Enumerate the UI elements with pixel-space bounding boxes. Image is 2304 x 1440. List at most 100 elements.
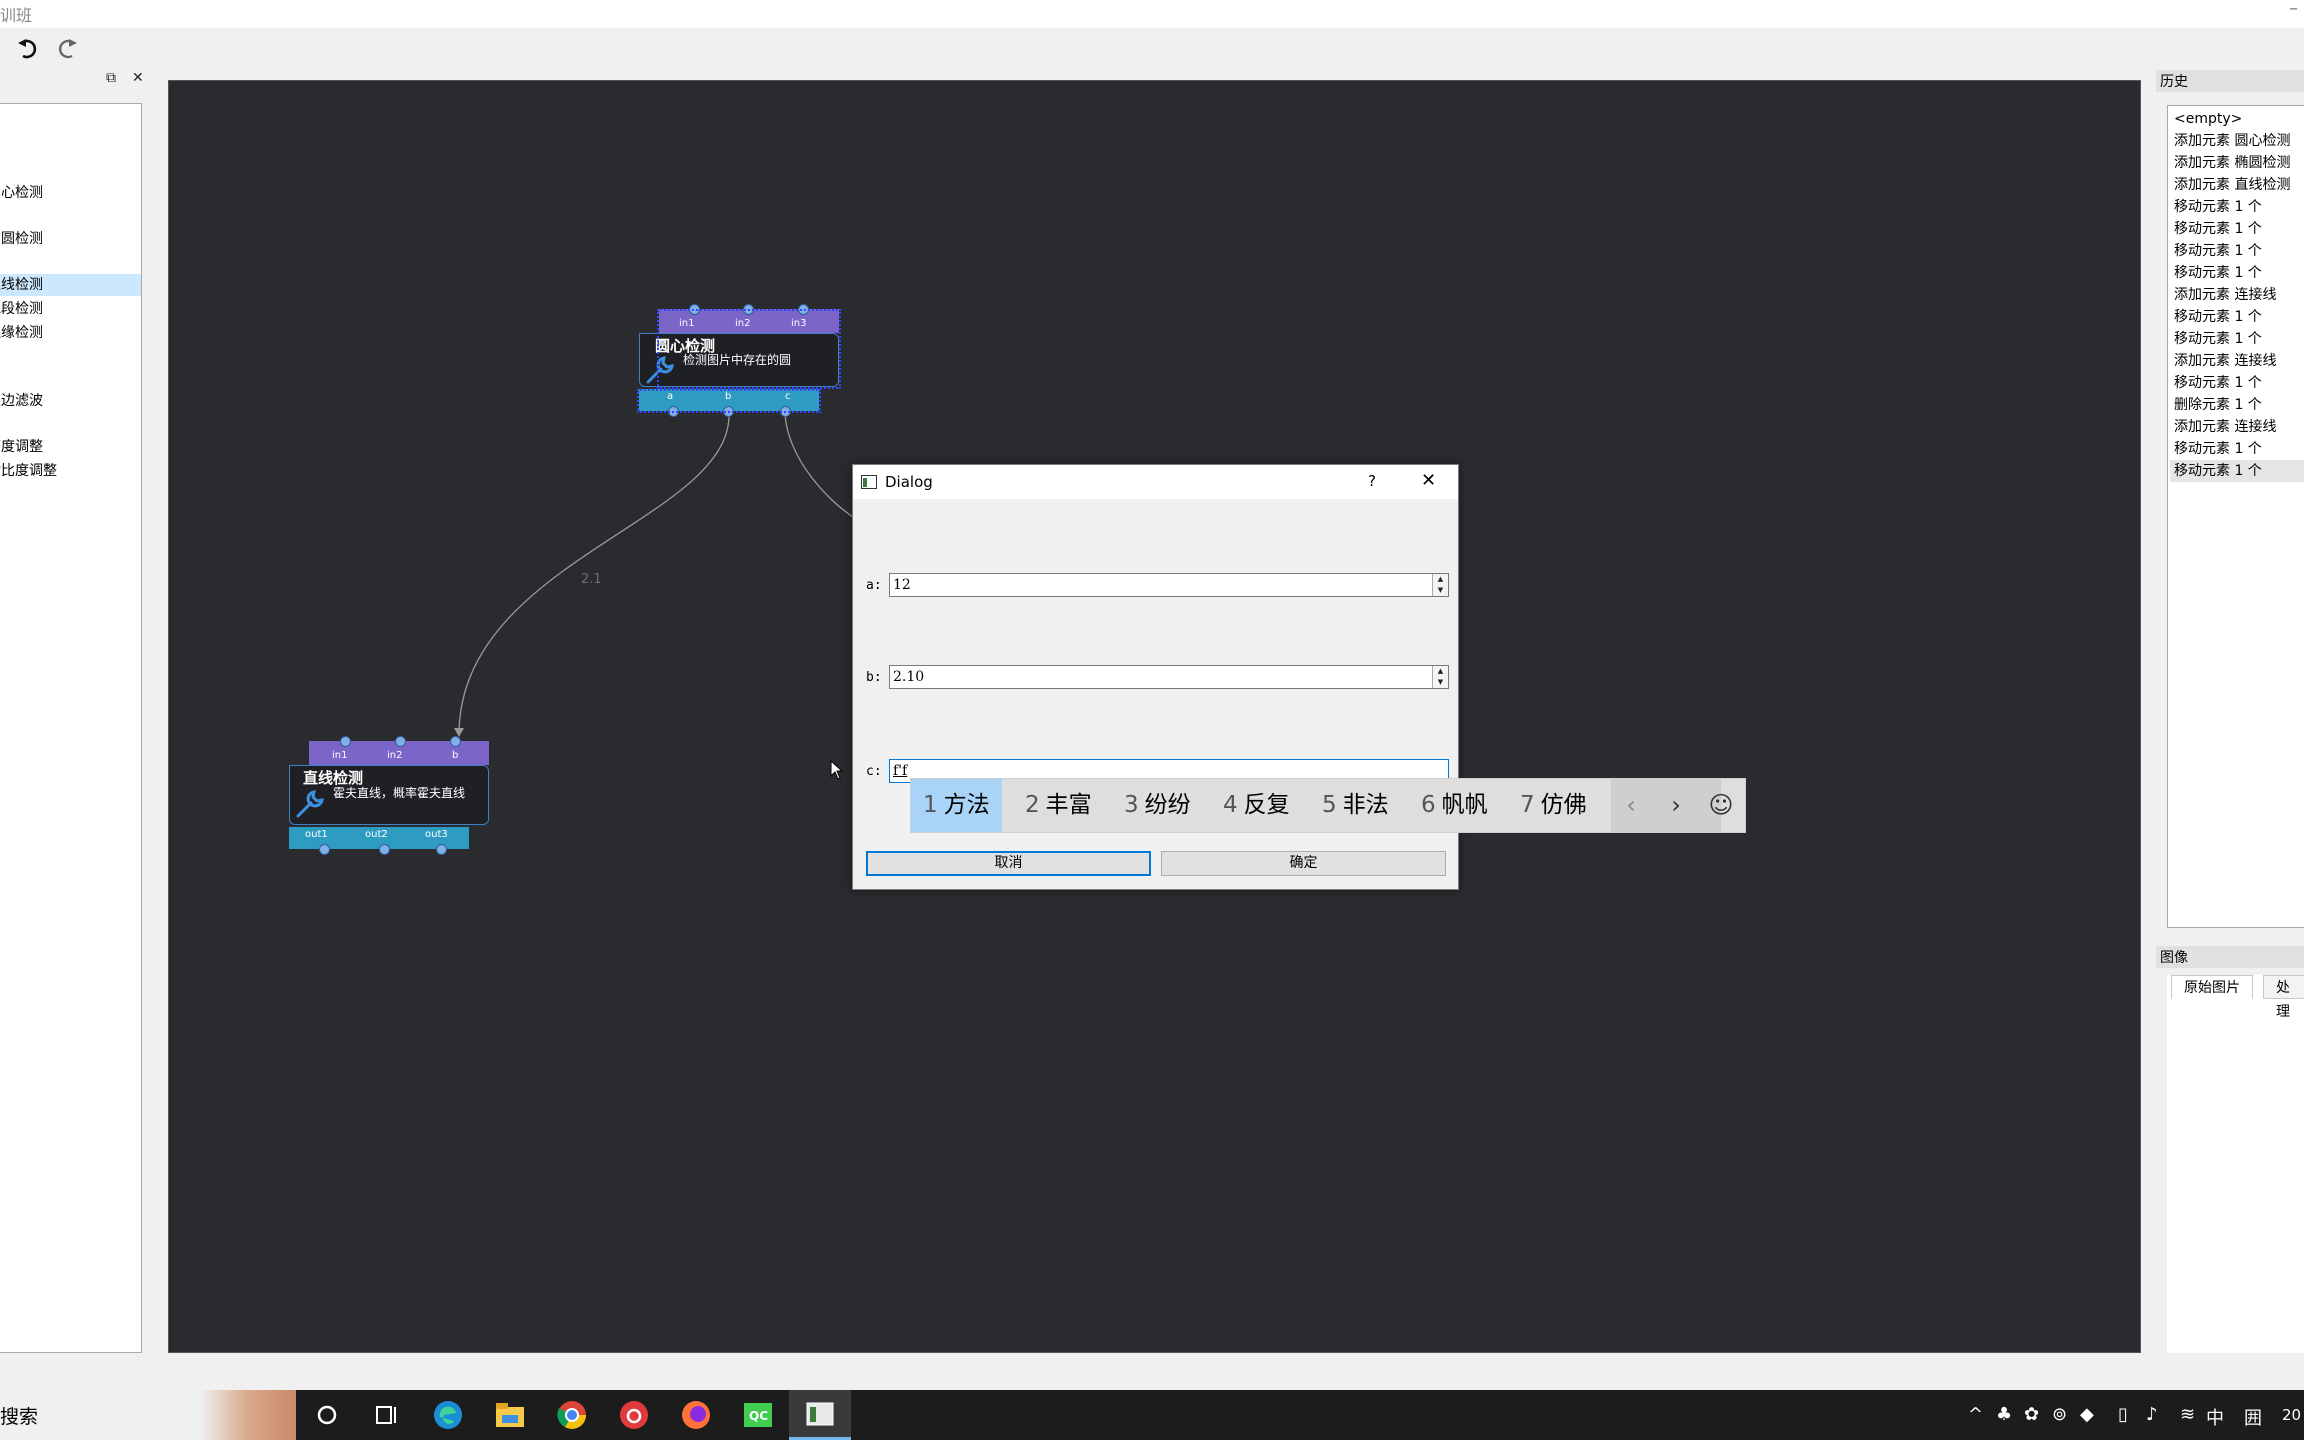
- input-port[interactable]: [450, 736, 461, 747]
- tab-processed[interactable]: 处理: [2263, 975, 2304, 1020]
- history-item[interactable]: 移动元素 1 个: [2170, 306, 2304, 328]
- tree-item[interactable]: 圆心检测: [0, 182, 141, 204]
- undo-button[interactable]: [14, 34, 44, 64]
- node-title: 直线检测: [303, 769, 364, 787]
- history-item[interactable]: 移动元素 1 个: [2170, 196, 2304, 218]
- redo-button[interactable]: [51, 34, 81, 64]
- history-item[interactable]: 移动元素 1 个: [2170, 372, 2304, 394]
- spin-arrows[interactable]: ▲ ▼: [1432, 574, 1448, 596]
- float-icon[interactable]: ⧉: [106, 70, 116, 86]
- close-icon[interactable]: ✕: [1421, 470, 1436, 491]
- history-item[interactable]: 移动元素 1 个: [2170, 218, 2304, 240]
- element-list: 圆心检测 椭圆检测 直线检测 线段检测 边缘检测 双边滤波 亮度调整 对比度调整: [0, 103, 142, 1353]
- port-label: b: [452, 750, 459, 761]
- qt-creator-icon[interactable]: QC: [727, 1390, 789, 1440]
- field-label: a:: [866, 578, 882, 593]
- minimize-button[interactable]: –: [2289, 0, 2298, 19]
- port-label: out1: [305, 829, 328, 840]
- history-item[interactable]: 添加元素 连接线: [2170, 416, 2304, 438]
- tray-app-icon[interactable]: ⊚: [2052, 1404, 2067, 1425]
- history-list[interactable]: <empty> 添加元素 圆心检测 添加元素 椭圆检测 添加元素 直线检测 移动…: [2167, 105, 2304, 928]
- chrome-icon[interactable]: [541, 1390, 603, 1440]
- history-item[interactable]: 添加元素 圆心检测: [2170, 130, 2304, 152]
- output-port[interactable]: [319, 844, 330, 855]
- keyboard-layout-icon[interactable]: 囲: [2244, 1404, 2262, 1430]
- field-label: b:: [866, 670, 882, 685]
- cortana-icon[interactable]: [296, 1390, 358, 1440]
- port-label: out2: [365, 829, 388, 840]
- node-line-detect[interactable]: in1 in2 b 直线检测 霍夫直线，概率霍夫直线 out1 out2 out…: [289, 735, 489, 857]
- history-item-selected[interactable]: 移动元素 1 个: [2170, 460, 2304, 482]
- input-lang-indicator[interactable]: 中: [2206, 1404, 2224, 1430]
- tree-item[interactable]: 线段检测: [0, 298, 141, 320]
- ime-candidate[interactable]: 3 纷纷: [1124, 779, 1191, 832]
- spinbox-b[interactable]: 2.10 ▲ ▼: [889, 665, 1449, 689]
- emoji-icon[interactable]: ☺: [1701, 779, 1741, 832]
- app-window-icon[interactable]: [789, 1390, 851, 1440]
- spinbox-value: 2.10: [893, 669, 925, 685]
- ok-button[interactable]: 确定: [1161, 851, 1446, 876]
- output-port[interactable]: [379, 844, 390, 855]
- output-port[interactable]: [436, 844, 447, 855]
- history-item[interactable]: 添加元素 直线检测: [2170, 174, 2304, 196]
- edge-label: 2.1: [581, 572, 602, 587]
- edge-browser-icon[interactable]: [417, 1390, 479, 1440]
- help-button[interactable]: ?: [1368, 472, 1376, 490]
- tree-item[interactable]: 对比度调整: [0, 460, 141, 482]
- shield-icon[interactable]: ◆: [2080, 1404, 2094, 1425]
- edge-c-out[interactable]: [784, 414, 854, 518]
- tree-item[interactable]: 边缘检测: [0, 322, 141, 344]
- network-icon[interactable]: ≋: [2180, 1404, 2195, 1425]
- history-title: 历史: [2160, 74, 2188, 90]
- search-placeholder: 搜索: [0, 1406, 39, 1428]
- ime-candidate[interactable]: 1 方法: [911, 779, 1002, 832]
- tree-item-selected[interactable]: 直线检测: [0, 274, 141, 296]
- file-explorer-icon[interactable]: [479, 1390, 541, 1440]
- chevron-left-icon[interactable]: ‹: [1611, 779, 1651, 832]
- tree-item[interactable]: 双边滤波: [0, 390, 141, 412]
- ime-candidate[interactable]: 6 帆帆: [1421, 779, 1488, 832]
- history-item[interactable]: <empty>: [2170, 108, 2304, 130]
- image-header: 图像: [2156, 946, 2304, 968]
- history-item[interactable]: 移动元素 1 个: [2170, 240, 2304, 262]
- spinbox-a[interactable]: 12 ▲ ▼: [889, 573, 1449, 597]
- tree-item[interactable]: 亮度调整: [0, 436, 141, 458]
- tray-app-icon[interactable]: ♣: [1996, 1404, 2012, 1425]
- cancel-button[interactable]: 取消: [866, 851, 1151, 876]
- taskbar: 搜索 QC ^ ♣ ✿ ⊚ ◆ ▯ ♪ ≋ 中 囲 20: [0, 1390, 2304, 1440]
- history-item[interactable]: 添加元素 连接线: [2170, 284, 2304, 306]
- history-item[interactable]: 添加元素 椭圆检测: [2170, 152, 2304, 174]
- tree-item[interactable]: 椭圆检测: [0, 228, 141, 250]
- volume-icon[interactable]: ♪: [2146, 1404, 2158, 1425]
- image-panel: 原始图片 处理: [2167, 975, 2304, 1353]
- tray-expand-icon[interactable]: ^: [1968, 1404, 1983, 1425]
- history-item[interactable]: 移动元素 1 个: [2170, 262, 2304, 284]
- battery-icon[interactable]: ▯: [2118, 1404, 2128, 1425]
- ime-candidate-bar: 1 方法 2 丰富 3 纷纷 4 反复 5 非法 6 帆帆 7 仿佛 ‹ › ☺: [910, 778, 1746, 833]
- history-item[interactable]: 移动元素 1 个: [2170, 328, 2304, 350]
- input-port[interactable]: [395, 736, 406, 747]
- netease-music-icon[interactable]: [603, 1390, 665, 1440]
- history-item[interactable]: 删除元素 1 个: [2170, 394, 2304, 416]
- history-item[interactable]: 添加元素 连接线: [2170, 350, 2304, 372]
- taskbar-search[interactable]: 搜索: [0, 1390, 296, 1440]
- app-icon: [861, 475, 877, 489]
- chevron-right-icon[interactable]: ›: [1656, 779, 1696, 832]
- tray-app-icon[interactable]: ✿: [2024, 1404, 2039, 1425]
- mouse-cursor-icon: [830, 760, 844, 780]
- input-value: f'f: [893, 763, 908, 779]
- spin-arrows[interactable]: ▲ ▼: [1432, 666, 1448, 688]
- ime-candidate[interactable]: 7 仿佛: [1520, 779, 1587, 832]
- dialog-title: Dialog: [885, 473, 933, 491]
- close-icon[interactable]: ✕: [132, 70, 144, 86]
- ime-candidate[interactable]: 4 反复: [1223, 779, 1290, 832]
- clock[interactable]: 20: [2282, 1406, 2301, 1424]
- input-port[interactable]: [340, 736, 351, 747]
- ime-candidate[interactable]: 5 非法: [1322, 779, 1389, 832]
- tab-original[interactable]: 原始图片: [2171, 975, 2253, 999]
- node-circle-detect[interactable]: in1 in2 in3 圆心检测 检测图片中存在的圆 a b c: [637, 303, 841, 419]
- task-view-icon[interactable]: [355, 1390, 417, 1440]
- ime-candidate[interactable]: 2 丰富: [1025, 779, 1092, 832]
- history-item[interactable]: 移动元素 1 个: [2170, 438, 2304, 460]
- firefox-icon[interactable]: [665, 1390, 727, 1440]
